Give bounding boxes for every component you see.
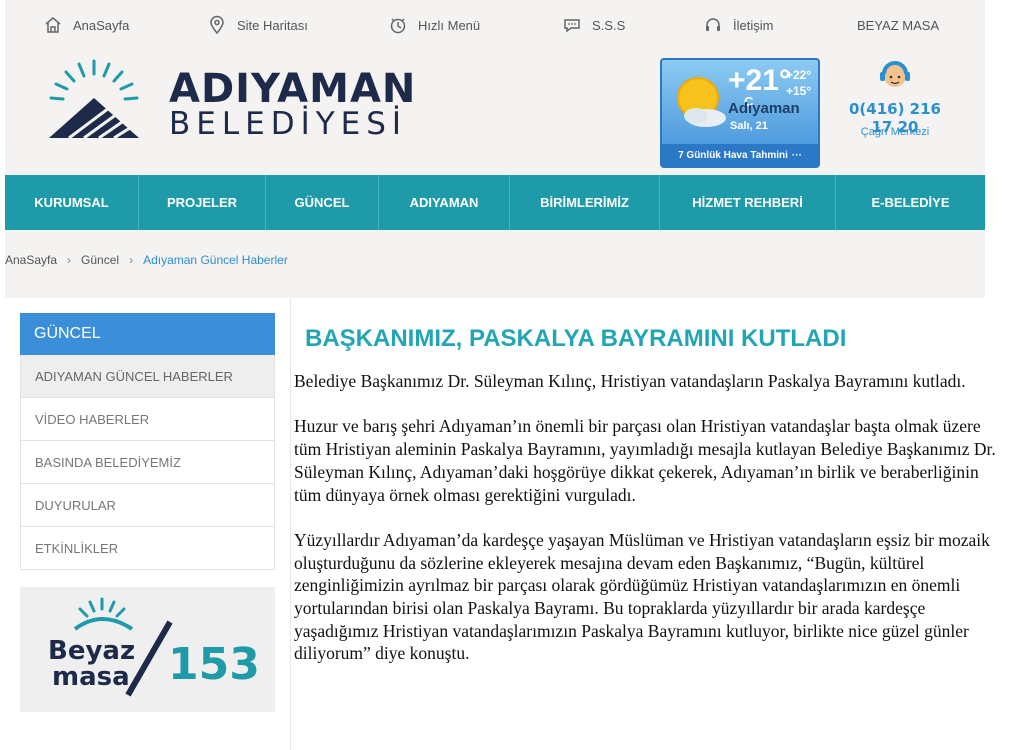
article-paragraph: Belediye Başkanımız Dr. Süleyman Kılınç,… [294, 371, 966, 391]
municipality-logo[interactable]: ADIYAMAN BELEDİYESİ [39, 58, 415, 153]
call-center-label: Çağrı Merkezi [860, 126, 930, 138]
article-paragraph: Huzur ve barış şehri Adıyaman’ın önemli … [294, 416, 996, 505]
weather-max: +22° [786, 68, 812, 82]
sidebar-item-etkinlikler[interactable]: ETKİNLİKLER [20, 527, 275, 570]
weather-temperature: +21° [728, 64, 791, 97]
main-navigation: KURUMSAL PROJELER GÜNCEL ADIYAMAN BİRİML… [5, 175, 985, 230]
sidebar-item-adiyaman-guncel-haberler[interactable]: ADIYAMAN GÜNCEL HABERLER [20, 355, 275, 398]
call-center[interactable]: 0(416) 216 17 20 Çağrı Merkezi [840, 56, 950, 146]
top-link-label: S.S.S [592, 17, 626, 33]
article-paragraph: Yüzyıllardır Adıyaman’da kardeşçe yaşaya… [294, 529, 990, 664]
banner-number: 153 [168, 639, 260, 690]
top-link-contact[interactable]: İletişim [703, 14, 773, 36]
sidebar-title: GÜNCEL [20, 313, 275, 355]
top-link-quick-menu[interactable]: Hızlı Menü [388, 14, 480, 36]
beyaz-masa-banner[interactable]: Beyaz masa 153 [20, 587, 275, 712]
top-link-faq[interactable]: S.S.S [562, 14, 625, 36]
headset-icon [706, 18, 720, 31]
top-link-sitemap[interactable]: Site Haritası [207, 14, 308, 36]
breadcrumb: AnaSayfa › Güncel › Adıyaman Güncel Habe… [5, 252, 288, 268]
chevron-right-icon: › [129, 253, 134, 267]
logo-subtitle: BELEDİYESİ [169, 106, 408, 142]
nav-item-guncel[interactable]: GÜNCEL [266, 175, 379, 230]
weather-date: Salı, 21 [730, 120, 768, 132]
map-pin-icon [210, 15, 224, 35]
sun-cloud-icon [677, 77, 726, 127]
more-icon: ··· [791, 149, 802, 161]
nav-item-projeler[interactable]: PROJELER [139, 175, 266, 230]
home-icon [45, 17, 61, 33]
nav-item-e-belediye[interactable]: E-BELEDİYE [836, 175, 985, 230]
top-link-label: Hızlı Menü [418, 17, 481, 33]
chat-bubble-icon [564, 19, 580, 33]
top-link-home[interactable]: AnaSayfa [43, 14, 129, 36]
nav-item-birimlerimiz[interactable]: BİRİMLERİMİZ [510, 175, 660, 230]
content-divider [290, 298, 291, 750]
sidebar-item-basinda-belediyemiz[interactable]: BASINDA BELEDİYEMİZ [20, 441, 275, 484]
top-link-label: İletişim [733, 17, 774, 33]
nav-item-hizmet-rehberi[interactable]: HİZMET REHBERİ [660, 175, 836, 230]
clock-icon [390, 18, 406, 34]
logo-emblem-icon [49, 59, 139, 140]
sidebar-item-video-haberler[interactable]: VİDEO HABERLER [20, 398, 275, 441]
sidebar-item-duyurular[interactable]: DUYURULAR [20, 484, 275, 527]
article-body: Belediye Başkanımız Dr. Süleyman Kılınç,… [294, 370, 1006, 688]
nav-item-adiyaman[interactable]: ADIYAMAN [379, 175, 510, 230]
breadcrumb-section[interactable]: Güncel [81, 253, 119, 267]
weather-forecast-label: 7 Günlük Hava Tahmini [678, 149, 788, 161]
breadcrumb-current[interactable]: Adıyaman Güncel Haberler [143, 253, 288, 267]
banner-line2: masa [52, 662, 130, 692]
weather-forecast-link[interactable]: 7 Günlük Hava Tahmini ··· [662, 144, 818, 166]
top-link-beyaz-masa[interactable]: BEYAZ MASA [857, 14, 939, 36]
chevron-right-icon: › [67, 253, 72, 267]
operator-icon [880, 61, 910, 87]
nav-item-kurumsal[interactable]: KURUMSAL [5, 175, 139, 230]
top-link-label: AnaSayfa [73, 17, 130, 33]
breadcrumb-home[interactable]: AnaSayfa [5, 253, 57, 267]
weather-widget[interactable]: +21° C +22° +15° Adıyaman Salı, 21 7 Gün… [660, 58, 820, 168]
top-link-label: BEYAZ MASA [857, 17, 940, 33]
sidebar-menu: GÜNCEL ADIYAMAN GÜNCEL HABERLER VİDEO HA… [20, 313, 275, 570]
top-utility-bar: AnaSayfa Site Haritası Hızlı Menü S.S.S … [5, 0, 985, 50]
article-title: BAŞKANIMIZ, PASKALYA BAYRAMINI KUTLADI [305, 325, 847, 352]
weather-city: Adıyaman [728, 100, 800, 117]
beyaz-masa-logo: Beyaz masa 153 [48, 597, 260, 697]
weather-min: +15° [786, 84, 812, 98]
top-link-label: Site Haritası [237, 17, 308, 33]
